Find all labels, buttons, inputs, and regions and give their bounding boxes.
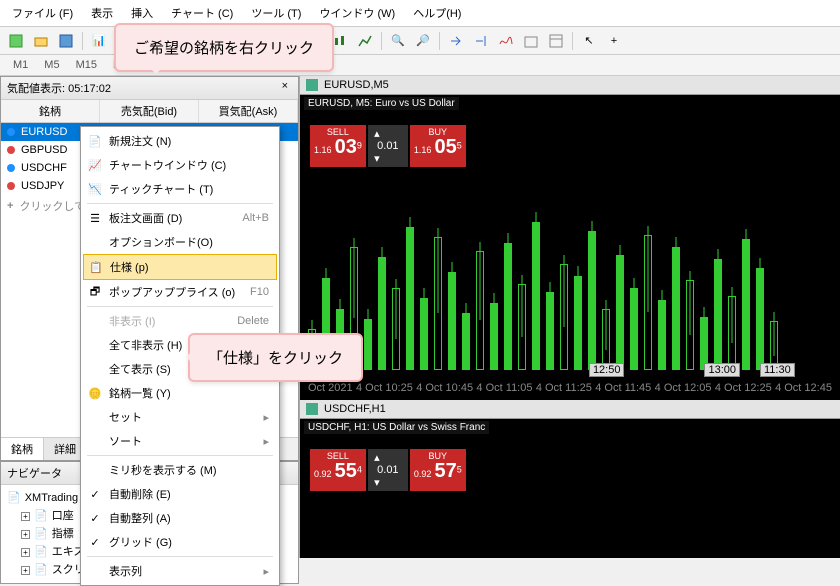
market-watch-icon[interactable]: 📊 xyxy=(87,30,111,52)
ctx-[interactable]: ソート▸ xyxy=(83,429,277,453)
tf-m15[interactable]: M15 xyxy=(69,57,104,73)
callout-1: ご希望の銘柄を右クリック xyxy=(114,23,334,72)
ctx-m[interactable]: ミリ秒を表示する (M) xyxy=(83,458,277,482)
crosshair-icon[interactable]: + xyxy=(602,30,626,52)
col-symbol[interactable]: 銘柄 xyxy=(1,100,100,122)
ctx-c[interactable]: 📈チャートウインドウ (C) xyxy=(83,153,277,177)
chart-icon xyxy=(306,79,318,91)
menu-help[interactable]: ヘルプ(H) xyxy=(405,2,469,24)
templates-icon[interactable] xyxy=(544,30,568,52)
chart-title: USDCHF, H1: US Dollar vs Swiss Franc xyxy=(304,421,489,434)
periodicity-icon[interactable] xyxy=(519,30,543,52)
ctx-t[interactable]: 📉ティックチャート (T) xyxy=(83,177,277,201)
new-chart-icon[interactable] xyxy=(4,30,28,52)
tf-m5[interactable]: M5 xyxy=(37,57,66,73)
close-icon[interactable]: × xyxy=(278,80,292,96)
market-watch-title: 気配値表示: 05:17:02 xyxy=(7,80,111,96)
chevron-down-icon[interactable]: ▾ xyxy=(372,476,382,489)
menu-file[interactable]: ファイル (F) xyxy=(4,2,81,24)
navigator-title: ナビゲータ xyxy=(7,465,62,481)
save-icon[interactable] xyxy=(54,30,78,52)
chart-shift-icon[interactable] xyxy=(469,30,493,52)
ctx-o[interactable]: 🗗ポップアッププライス (o)F10 xyxy=(83,280,277,304)
menu-view[interactable]: 表示 xyxy=(83,2,121,24)
ctx-o[interactable]: オプションボード(O) xyxy=(83,230,277,254)
ctx-e[interactable]: ✓自動削除 (E) xyxy=(83,482,277,506)
col-ask[interactable]: 買気配(Ask) xyxy=(199,100,298,122)
one-click-panel[interactable]: SELL 1.16 039 ▴ 0.01 ▾ BUY 1.16 055 xyxy=(310,125,466,167)
chart-tab-usdchf[interactable]: USDCHF,H1 xyxy=(300,400,840,419)
ctx-y[interactable]: 🪙銘柄一覧 (Y) xyxy=(83,381,277,405)
chart-title: EURUSD, M5: Euro vs US Dollar xyxy=(304,97,459,110)
cursor-icon[interactable]: ↖ xyxy=(577,30,601,52)
chart-tab-eurusd[interactable]: EURUSD,M5 xyxy=(300,76,840,95)
ctx-d[interactable]: ☰板注文画面 (D)Alt+B xyxy=(83,206,277,230)
zoom-out-icon[interactable]: 🔎 xyxy=(411,30,435,52)
chart-eurusd[interactable]: EURUSD, M5: Euro vs US Dollar SELL 1.16 … xyxy=(300,95,840,400)
chevron-up-icon[interactable]: ▴ xyxy=(372,127,382,140)
chevron-down-icon[interactable]: ▾ xyxy=(372,152,382,165)
chart-icon xyxy=(306,403,318,415)
chevron-up-icon[interactable]: ▴ xyxy=(372,451,382,464)
indicators-icon[interactable] xyxy=(494,30,518,52)
ctx-g[interactable]: ✓グリッド (G) xyxy=(83,530,277,554)
ctx-[interactable]: セット▸ xyxy=(83,405,277,429)
tab-symbols[interactable]: 銘柄 xyxy=(1,438,44,460)
col-bid[interactable]: 売気配(Bid) xyxy=(100,100,199,122)
line-chart-icon[interactable] xyxy=(353,30,377,52)
ctx-a[interactable]: ✓自動整列 (A) xyxy=(83,506,277,530)
profiles-icon[interactable] xyxy=(29,30,53,52)
auto-scroll-icon[interactable] xyxy=(444,30,468,52)
ctx-n[interactable]: 📄新規注文 (N) xyxy=(83,129,277,153)
zoom-in-icon[interactable]: 🔍 xyxy=(386,30,410,52)
ctx-[interactable]: 表示列▸ xyxy=(83,559,277,583)
chart-usdchf[interactable]: USDCHF, H1: US Dollar vs Swiss Franc SEL… xyxy=(300,419,840,558)
tf-m1[interactable]: M1 xyxy=(6,57,35,73)
one-click-panel[interactable]: SELL 0.92 554 ▴ 0.01 ▾ BUY 0.92 575 xyxy=(310,449,466,491)
ctx-i: 非表示 (I)Delete xyxy=(83,309,277,333)
menu-insert[interactable]: 挿入 xyxy=(123,2,161,24)
menu-chart[interactable]: チャート (C) xyxy=(163,2,241,24)
menu-tools[interactable]: ツール (T) xyxy=(243,2,309,24)
callout-2: 「仕様」をクリック xyxy=(188,333,363,382)
ctx-p[interactable]: 📋仕様 (p) xyxy=(83,254,277,280)
menu-window[interactable]: ウインドウ (W) xyxy=(311,2,403,24)
